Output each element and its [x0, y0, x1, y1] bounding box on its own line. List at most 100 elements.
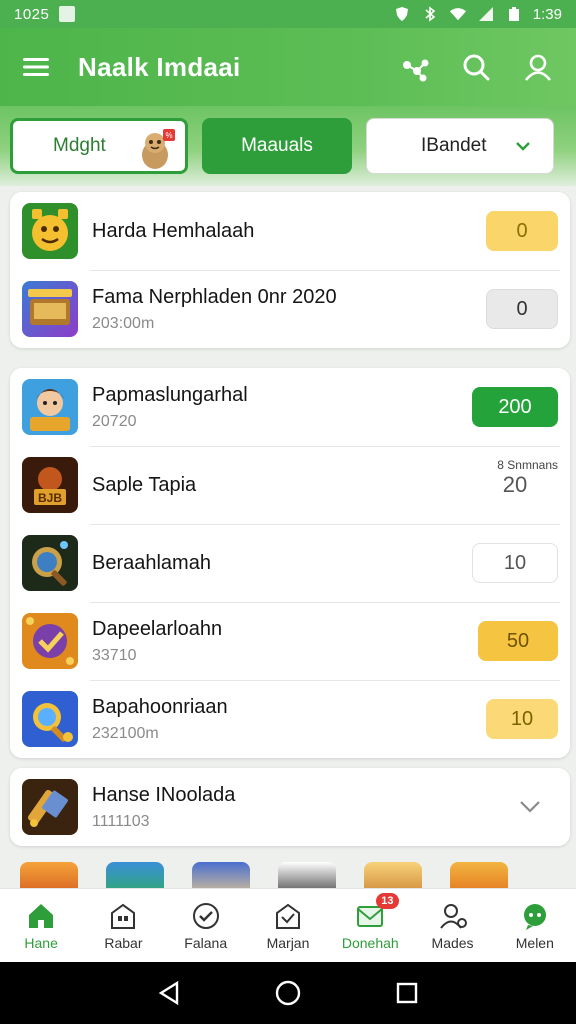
nav-melen[interactable]: Melen	[494, 889, 576, 962]
app-icon[interactable]	[192, 862, 250, 890]
home-button[interactable]	[273, 978, 303, 1008]
item-value-button[interactable]: 10	[486, 699, 558, 739]
item-value-button[interactable]: 10	[472, 543, 558, 583]
item-value: 8 Snmnans 20	[472, 458, 558, 498]
item-value-text: 20	[502, 472, 528, 497]
bottom-nav: Hane Rabar Falana Marjan 13 Donehah Made…	[0, 888, 576, 962]
filter-chip-1[interactable]: Mdght %	[10, 118, 188, 174]
signal-icon	[477, 6, 495, 22]
list-card: Harda Hemhalaah 0 Fama Nerphladen 0nr 20…	[10, 192, 570, 348]
filter-dropdown[interactable]: IBandet	[366, 118, 554, 174]
app-icon[interactable]	[364, 862, 422, 890]
item-value-button[interactable]: 200	[472, 387, 558, 427]
bluetooth-icon	[421, 6, 439, 22]
recents-button[interactable]	[392, 978, 422, 1008]
item-subtitle: 33710	[92, 646, 137, 664]
app-icon[interactable]	[450, 862, 508, 890]
person-icon	[439, 903, 467, 929]
app-icon	[22, 379, 78, 435]
filter-chip-label: Mdght	[53, 135, 106, 156]
status-bar: 1025 1:39	[0, 0, 576, 28]
mascot-icon: %	[142, 129, 175, 169]
profile-button[interactable]	[518, 47, 558, 87]
nav-marjan[interactable]: Marjan	[247, 889, 329, 962]
app-title: Naalk Imdaai	[78, 51, 241, 82]
item-title: Hanse INoolada	[92, 783, 236, 806]
check-circle-icon	[192, 902, 219, 929]
nav-rabar[interactable]: Rabar	[82, 889, 164, 962]
item-title: Beraahlamah	[92, 551, 211, 574]
app-icon	[22, 613, 78, 669]
nav-label: Melen	[515, 934, 554, 951]
battery-icon	[505, 6, 523, 22]
hamburger-icon	[23, 58, 49, 76]
item-title: Saple Tapia	[92, 473, 197, 496]
list-item[interactable]: BJB Saple Tapia 8 Snmnans 20	[10, 446, 570, 524]
app-icon[interactable]	[278, 862, 336, 890]
home-circle-icon	[275, 980, 301, 1006]
list-item[interactable]: Harda Hemhalaah 0	[10, 192, 570, 270]
item-tag: 8 Snmnans	[497, 458, 558, 472]
item-value-button[interactable]: 50	[478, 621, 558, 661]
nav-donehah[interactable]: 13 Donehah	[329, 889, 411, 962]
status-time: 1025	[14, 5, 50, 23]
svg-text:%: %	[165, 131, 172, 140]
chart-house-icon	[275, 903, 300, 929]
app-icon	[22, 535, 78, 591]
item-subtitle: 1111103	[92, 812, 150, 830]
nav-label: Hane	[24, 934, 58, 951]
filter-chip-label: Maauals	[241, 135, 313, 156]
expand-button[interactable]	[508, 785, 552, 829]
wifi-icon	[449, 6, 467, 22]
item-subtitle: 203:00m	[92, 314, 155, 332]
filter-bar: Mdght % Maauals IBandet	[0, 106, 576, 186]
vpn-icon	[393, 6, 411, 22]
list-card: Hanse INoolada 1111103	[10, 768, 570, 846]
list-item[interactable]: Fama Nerphladen 0nr 2020 203:00m 0	[10, 270, 570, 348]
list-item[interactable]: Dapeelarloahn 33710 50	[10, 602, 570, 680]
nav-falana[interactable]: Falana	[165, 889, 247, 962]
app-bar: Naalk Imdaai	[0, 28, 576, 106]
list-item[interactable]: Bapahoonriaan 232100m 10	[10, 680, 570, 758]
nav-mades[interactable]: Mades	[411, 889, 493, 962]
expandable-item[interactable]: Hanse INoolada 1111103	[10, 768, 570, 846]
item-subtitle: 232100m	[92, 724, 159, 742]
item-value-button[interactable]: 0	[486, 211, 558, 251]
nav-label: Marjan	[266, 934, 310, 951]
nav-label: Donehah	[341, 934, 399, 951]
back-icon	[159, 980, 179, 1006]
system-nav-bar	[0, 962, 576, 1024]
network-icon	[403, 59, 429, 82]
notification-badge: 13	[376, 893, 399, 909]
recents-icon	[396, 982, 417, 1004]
list-item[interactable]: Beraahlamah 10	[10, 524, 570, 602]
building-icon	[111, 903, 136, 929]
notification-icon	[59, 6, 76, 22]
nav-label: Mades	[431, 934, 474, 951]
app-icon	[22, 779, 78, 835]
item-subtitle: 20720	[92, 412, 137, 430]
filter-chip-2[interactable]: Maauals	[202, 118, 352, 174]
menu-button[interactable]	[18, 49, 54, 85]
app-icon[interactable]	[106, 862, 164, 890]
nav-label: Rabar	[104, 934, 143, 951]
search-button[interactable]	[456, 47, 496, 87]
nav-label: Falana	[184, 934, 228, 951]
list-item[interactable]: Papmaslungarhal 20720 200	[10, 368, 570, 446]
filter-dropdown-label: IBandet	[421, 135, 487, 156]
chat-icon	[523, 903, 546, 930]
app-icon[interactable]	[20, 862, 78, 890]
item-title: Papmaslungarhal	[92, 383, 248, 406]
nav-home[interactable]: Hane	[0, 889, 82, 962]
app-icon	[22, 691, 78, 747]
search-icon	[463, 54, 490, 81]
status-icons: 1:39	[393, 6, 562, 23]
back-button[interactable]	[154, 978, 184, 1008]
icon-strip	[20, 862, 560, 890]
share-button[interactable]	[396, 48, 434, 86]
item-title: Bapahoonriaan	[92, 695, 228, 718]
item-title: Dapeelarloahn	[92, 617, 223, 640]
svg-text:BJB: BJB	[38, 491, 62, 505]
app-icon	[22, 203, 78, 259]
item-value-button[interactable]: 0	[486, 289, 558, 329]
